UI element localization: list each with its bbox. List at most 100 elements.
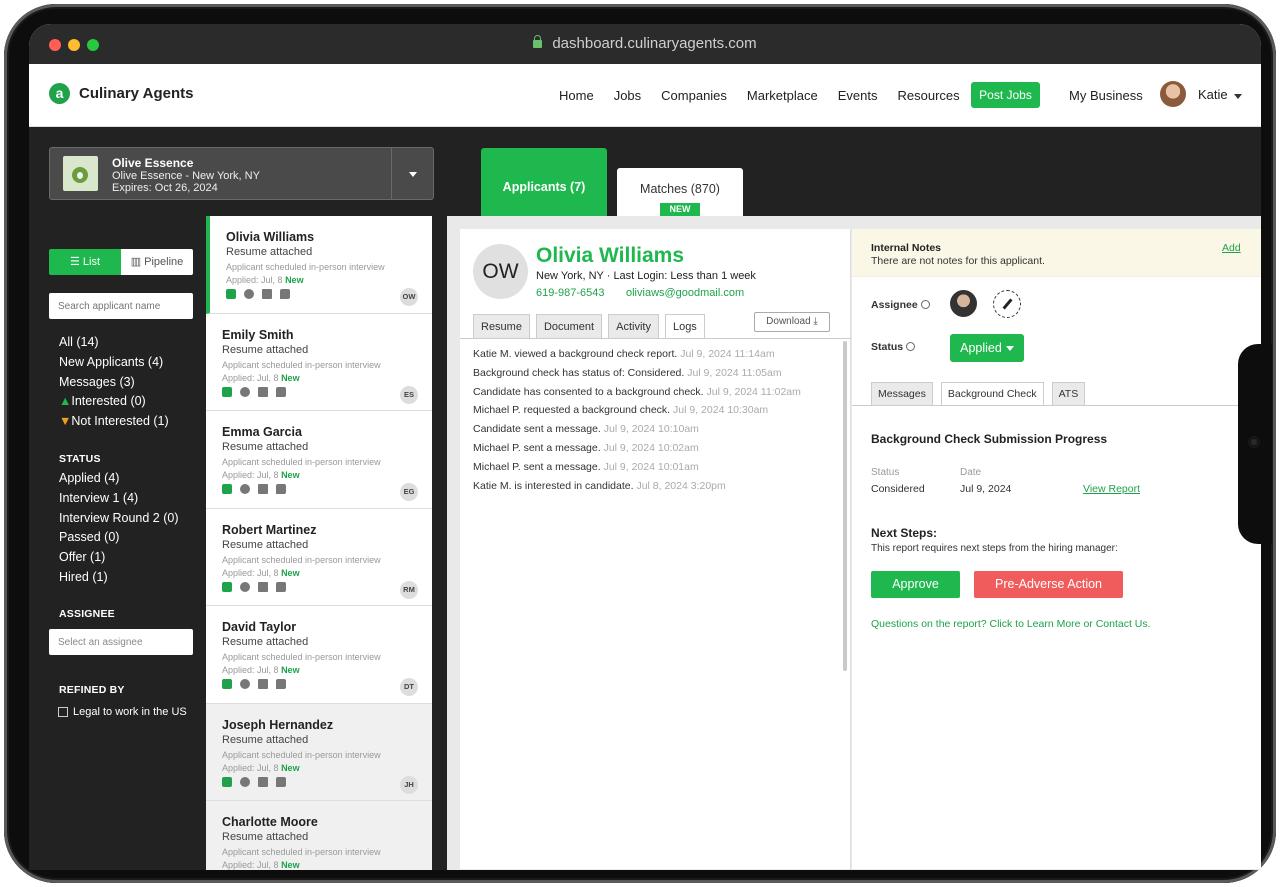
edit-icon[interactable] <box>993 290 1021 318</box>
log-time: Jul 9, 2024 11:02am <box>706 385 801 398</box>
tab-messages[interactable]: Messages <box>871 382 933 405</box>
status-hired[interactable]: Hired (1) <box>59 570 179 590</box>
thumbs-up-icon[interactable] <box>222 484 232 494</box>
resume-status: Resume attached <box>222 636 309 648</box>
thumbs-up-icon[interactable] <box>222 776 232 787</box>
nav-companies[interactable]: Companies <box>661 88 727 103</box>
tab-resume[interactable]: Resume <box>473 314 530 338</box>
search-input[interactable] <box>49 293 193 319</box>
divider <box>460 338 851 339</box>
tab-ats[interactable]: ATS <box>1051 382 1086 405</box>
top-nav: a Culinary Agents Home Jobs Companies Ma… <box>29 64 1261 127</box>
message-icon[interactable] <box>276 679 286 689</box>
next-steps-title: Next Steps: <box>871 526 938 540</box>
applicant-card[interactable]: Olivia Williams Resume attached Applicant … <box>206 216 432 314</box>
tab-matches[interactable]: Matches (870) NEW <box>617 168 743 217</box>
status-interview-1[interactable]: Interview 1 (4) <box>59 491 179 511</box>
download-button[interactable]: Download ⤓ <box>754 312 830 332</box>
checkbox[interactable] <box>58 707 68 717</box>
filter-all[interactable]: All (14) <box>59 335 169 355</box>
message-icon[interactable] <box>276 776 286 787</box>
resume-status: Resume attached <box>222 538 309 551</box>
user-name[interactable]: Katie <box>1198 87 1228 102</box>
note-icon[interactable] <box>258 386 268 397</box>
note-icon[interactable] <box>258 484 268 494</box>
nav-home[interactable]: Home <box>559 88 594 103</box>
note-icon[interactable] <box>262 289 272 299</box>
help-link[interactable]: Questions on the report? Click to Learn … <box>871 618 1151 630</box>
status-dropdown[interactable]: Applied <box>950 334 1024 362</box>
tab-activity[interactable]: Activity <box>608 314 659 338</box>
chevron-down-icon[interactable] <box>391 148 433 199</box>
applied-date: Applied: Jul, 8 New <box>222 860 300 870</box>
clock-icon[interactable] <box>240 679 250 689</box>
status-applied[interactable]: Applied (4) <box>59 471 179 491</box>
user-avatar[interactable] <box>1160 81 1186 107</box>
thumbs-up-icon[interactable] <box>222 581 232 592</box>
thumbs-up-icon[interactable] <box>222 679 232 689</box>
clock-icon[interactable] <box>240 484 250 494</box>
assignee-avatar[interactable] <box>950 290 977 317</box>
tab-applicants[interactable]: Applicants (7) <box>481 148 607 217</box>
tab-document[interactable]: Document <box>535 314 603 338</box>
log-time: Jul 9, 2024 11:14am <box>680 348 775 360</box>
assignee-select[interactable]: Select an assignee <box>49 629 193 655</box>
logo[interactable]: a Culinary Agents <box>49 83 193 104</box>
pipeline-view-button[interactable]: ▥ Pipeline <box>121 249 193 275</box>
applicant-card[interactable]: David Taylor Resume attached Applicant sch… <box>206 606 432 704</box>
company-selector[interactable]: Olive Essence Olive Essence - New York, … <box>49 147 434 200</box>
applicant-card[interactable]: Emily Smith Resume attached Applicant sche… <box>206 313 432 411</box>
note-icon[interactable] <box>258 776 268 787</box>
tab-logs[interactable]: Logs <box>664 314 705 338</box>
nav-jobs[interactable]: Jobs <box>614 88 641 103</box>
screen: dashboard.culinaryagents.com a Culinary … <box>29 24 1261 870</box>
thumbs-up-icon[interactable] <box>222 386 232 397</box>
clock-icon[interactable] <box>244 289 254 299</box>
status-offer[interactable]: Offer (1) <box>59 550 179 570</box>
list-view-label: List <box>82 256 101 268</box>
nav-resources[interactable]: Resources <box>897 88 959 103</box>
filter-messages[interactable]: Messages (3) <box>59 375 169 395</box>
clock-icon[interactable] <box>240 581 250 592</box>
filter-interested[interactable]: ▲Interested (0) <box>59 394 169 414</box>
my-business-link[interactable]: My Business <box>1069 88 1143 103</box>
note-icon[interactable] <box>258 581 268 592</box>
avatar: DT <box>400 678 418 696</box>
view-report-link[interactable]: View Report <box>1083 483 1140 495</box>
tab-background-check[interactable]: Background Check <box>940 382 1044 405</box>
note-icon[interactable] <box>258 679 268 689</box>
list-view-button[interactable]: ☰ List <box>49 249 121 275</box>
applicant-card[interactable]: Emma Garcia Resume attached Applicant sche… <box>206 411 432 509</box>
info-icon[interactable] <box>920 300 930 309</box>
clock-icon[interactable] <box>240 386 250 397</box>
pre-adverse-button[interactable]: Pre-Adverse Action <box>974 571 1123 598</box>
clock-icon[interactable] <box>240 776 250 787</box>
add-note-link[interactable]: Add <box>1222 242 1241 254</box>
address-bar[interactable]: dashboard.culinaryagents.com <box>29 35 1261 52</box>
approve-button[interactable]: Approve <box>871 571 960 598</box>
message-icon[interactable] <box>280 289 290 299</box>
applicant-card[interactable]: Robert Martinez Resume attached Applicant … <box>206 508 432 606</box>
scrollbar[interactable] <box>843 341 847 671</box>
filter-new-applicants[interactable]: New Applicants (4) <box>59 355 169 375</box>
message-icon[interactable] <box>276 581 286 592</box>
applicant-card[interactable]: Joseph Hernandez Resume attached Applicant… <box>206 703 432 801</box>
message-icon[interactable] <box>276 484 286 494</box>
refine-option[interactable]: Legal to work in the US <box>58 706 187 718</box>
applicant-phone[interactable]: 619-987-6543 <box>536 287 605 299</box>
nav-events[interactable]: Events <box>838 88 878 103</box>
nav-marketplace[interactable]: Marketplace <box>747 88 818 103</box>
thumbs-up-icon[interactable] <box>226 289 236 299</box>
applied-date: Applied: Jul, 8 New <box>222 665 300 675</box>
applicant-email[interactable]: oliviaws@goodmail.com <box>626 287 744 299</box>
info-icon[interactable] <box>906 342 916 351</box>
status-passed[interactable]: Passed (0) <box>59 530 179 550</box>
user-menu-caret-icon[interactable] <box>1234 94 1242 99</box>
applicant-card[interactable]: Charlotte Moore Resume attached Applicant … <box>206 801 432 870</box>
status-interview-2[interactable]: Interview Round 2 (0) <box>59 511 179 531</box>
filter-not-interested[interactable]: ▼Not Interested (1) <box>59 414 169 434</box>
post-jobs-button[interactable]: Post Jobs <box>971 82 1040 108</box>
applied-date-text: Applied: Jul, 8 <box>222 860 279 870</box>
message-icon[interactable] <box>276 386 286 397</box>
applicant-name: Olivia Williams <box>536 244 685 267</box>
